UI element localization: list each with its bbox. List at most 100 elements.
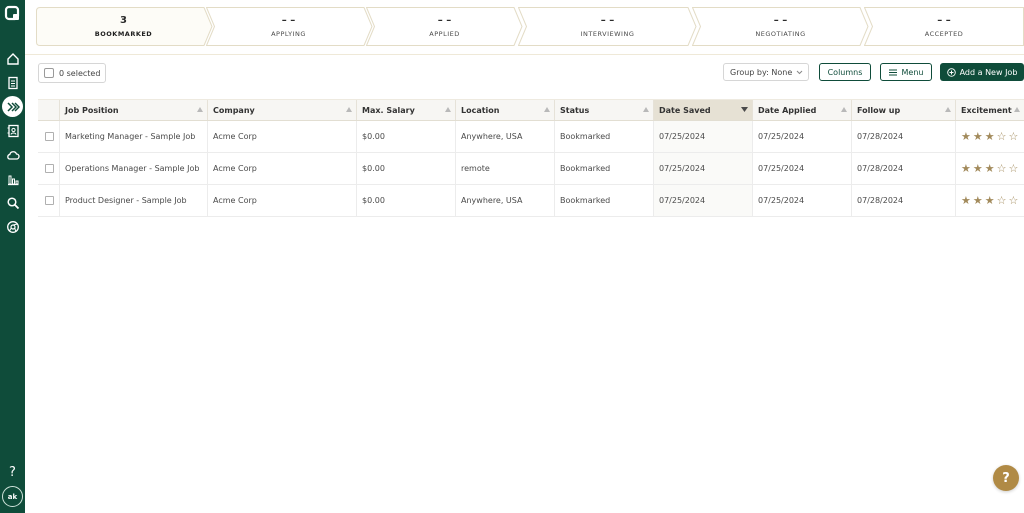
chrome-icon[interactable]: [3, 217, 22, 236]
sort-up-icon: [643, 107, 649, 112]
contacts-icon[interactable]: [3, 121, 22, 140]
sort-up-icon: [445, 107, 451, 112]
location-cell: Anywhere, USA: [456, 121, 555, 152]
company-cell: Acme Corp: [208, 185, 357, 216]
chart-icon[interactable]: [3, 169, 22, 188]
stage-count: – –: [281, 15, 296, 26]
column-header-label: Follow up: [857, 105, 901, 115]
help-icon[interactable]: ?: [3, 463, 22, 482]
location-cell: Anywhere, USA: [456, 185, 555, 216]
jobs-table: Job Position Company Max. Salary Locatio…: [38, 99, 1024, 217]
add-new-job-button[interactable]: Add a New Job: [940, 63, 1024, 81]
star-filled-icon[interactable]: ★: [973, 131, 983, 142]
star-empty-icon[interactable]: ☆: [997, 131, 1007, 142]
column-header-follow-up[interactable]: Follow up: [852, 100, 956, 120]
stage-bookmarked[interactable]: 3 BOOKMARKED: [36, 7, 213, 46]
date-saved-cell: 07/25/2024: [654, 185, 753, 216]
column-header-excitement[interactable]: Excitement: [956, 100, 1024, 120]
header-divider: [25, 54, 1024, 55]
max-salary-cell: $0.00: [357, 121, 456, 152]
star-empty-icon[interactable]: ☆: [1009, 195, 1019, 206]
job-position-cell[interactable]: Operations Manager - Sample Job: [60, 153, 208, 184]
job-position-cell[interactable]: Product Designer - Sample Job: [60, 185, 208, 216]
help-fab-button[interactable]: ?: [993, 465, 1019, 491]
star-filled-icon[interactable]: ★: [973, 163, 983, 174]
excitement-rating[interactable]: ★ ★ ★ ☆ ☆: [961, 163, 1018, 174]
row-checkbox[interactable]: [45, 164, 54, 173]
row-checkbox-cell: [38, 153, 60, 184]
stage-interviewing[interactable]: – – INTERVIEWING: [518, 7, 697, 46]
columns-button[interactable]: Columns: [819, 63, 871, 81]
hamburger-icon: [888, 69, 897, 75]
date-saved-cell: 07/25/2024: [654, 153, 753, 184]
columns-label: Columns: [827, 67, 863, 77]
stage-count: – –: [437, 15, 452, 26]
star-filled-icon[interactable]: ★: [961, 195, 971, 206]
column-header-company[interactable]: Company: [208, 100, 357, 120]
column-header-max-salary[interactable]: Max. Salary: [357, 100, 456, 120]
stage-label: NEGOTIATING: [755, 30, 806, 38]
table-row[interactable]: Product Designer - Sample Job Acme Corp $0…: [38, 185, 1024, 217]
sort-up-icon: [197, 107, 203, 112]
excitement-rating[interactable]: ★ ★ ★ ☆ ☆: [961, 131, 1018, 142]
star-filled-icon[interactable]: ★: [961, 163, 971, 174]
column-header-label: Job Position: [65, 105, 119, 115]
column-header-location[interactable]: Location: [456, 100, 555, 120]
follow-up-cell: 07/28/2024: [852, 153, 956, 184]
date-saved-cell: 07/25/2024: [654, 121, 753, 152]
star-filled-icon[interactable]: ★: [985, 131, 995, 142]
menu-label: Menu: [901, 67, 924, 77]
table-body: Marketing Manager - Sample Job Acme Corp $…: [38, 121, 1024, 217]
stage-label: APPLIED: [429, 30, 460, 38]
home-icon[interactable]: [3, 49, 22, 68]
stage-label: INTERVIEWING: [580, 30, 635, 38]
select-all-checkbox[interactable]: [44, 68, 54, 78]
column-header-label: Excitement: [961, 105, 1012, 115]
column-header-date-applied[interactable]: Date Applied: [753, 100, 852, 120]
job-position-cell[interactable]: Marketing Manager - Sample Job: [60, 121, 208, 152]
row-checkbox[interactable]: [45, 132, 54, 141]
column-header-date-saved[interactable]: Date Saved: [654, 100, 753, 120]
excitement-rating[interactable]: ★ ★ ★ ☆ ☆: [961, 195, 1018, 206]
stage-negotiating[interactable]: – – NEGOTIATING: [692, 7, 869, 46]
avatar[interactable]: ak: [2, 486, 23, 507]
status-cell: Bookmarked: [555, 121, 654, 152]
row-checkbox-cell: [38, 185, 60, 216]
star-filled-icon[interactable]: ★: [973, 195, 983, 206]
document-icon[interactable]: [3, 73, 22, 92]
star-filled-icon[interactable]: ★: [985, 195, 995, 206]
star-empty-icon[interactable]: ☆: [997, 195, 1007, 206]
star-empty-icon[interactable]: ☆: [1009, 163, 1019, 174]
sort-up-icon: [841, 107, 847, 112]
column-header-job-position[interactable]: Job Position: [60, 100, 208, 120]
cloud-icon[interactable]: [3, 145, 22, 164]
star-empty-icon[interactable]: ☆: [1009, 131, 1019, 142]
star-filled-icon[interactable]: ★: [985, 163, 995, 174]
stage-accepted[interactable]: – – ACCEPTED: [864, 7, 1024, 46]
stage-label: BOOKMARKED: [94, 30, 153, 38]
column-header-label: Date Applied: [758, 105, 817, 115]
row-checkbox-cell: [38, 121, 60, 152]
pipeline-icon[interactable]: [3, 97, 22, 116]
stage-applying[interactable]: – – APPLYING: [206, 7, 373, 46]
search-icon[interactable]: [3, 193, 22, 212]
table-row[interactable]: Operations Manager - Sample Job Acme Corp…: [38, 153, 1024, 185]
sort-up-icon: [544, 107, 550, 112]
stage-applied[interactable]: – – APPLIED: [366, 7, 523, 46]
menu-button[interactable]: Menu: [880, 63, 932, 81]
group-by-select[interactable]: Group by: None: [723, 63, 809, 81]
app-logo-icon[interactable]: [3, 4, 22, 23]
date-applied-cell: 07/25/2024: [753, 185, 852, 216]
column-header-status[interactable]: Status: [555, 100, 654, 120]
sort-up-icon: [945, 107, 951, 112]
stage-pipeline: 3 BOOKMARKED – – APPLYING – – APPLIED – …: [36, 7, 1024, 46]
sort-up-icon: [346, 107, 352, 112]
select-all-control[interactable]: 0 selected: [38, 63, 106, 83]
row-checkbox[interactable]: [45, 196, 54, 205]
star-filled-icon[interactable]: ★: [961, 131, 971, 142]
star-empty-icon[interactable]: ☆: [997, 163, 1007, 174]
table-row[interactable]: Marketing Manager - Sample Job Acme Corp $…: [38, 121, 1024, 153]
stage-count: – –: [773, 15, 788, 26]
stage-count: – –: [937, 15, 951, 26]
company-cell: Acme Corp: [208, 121, 357, 152]
